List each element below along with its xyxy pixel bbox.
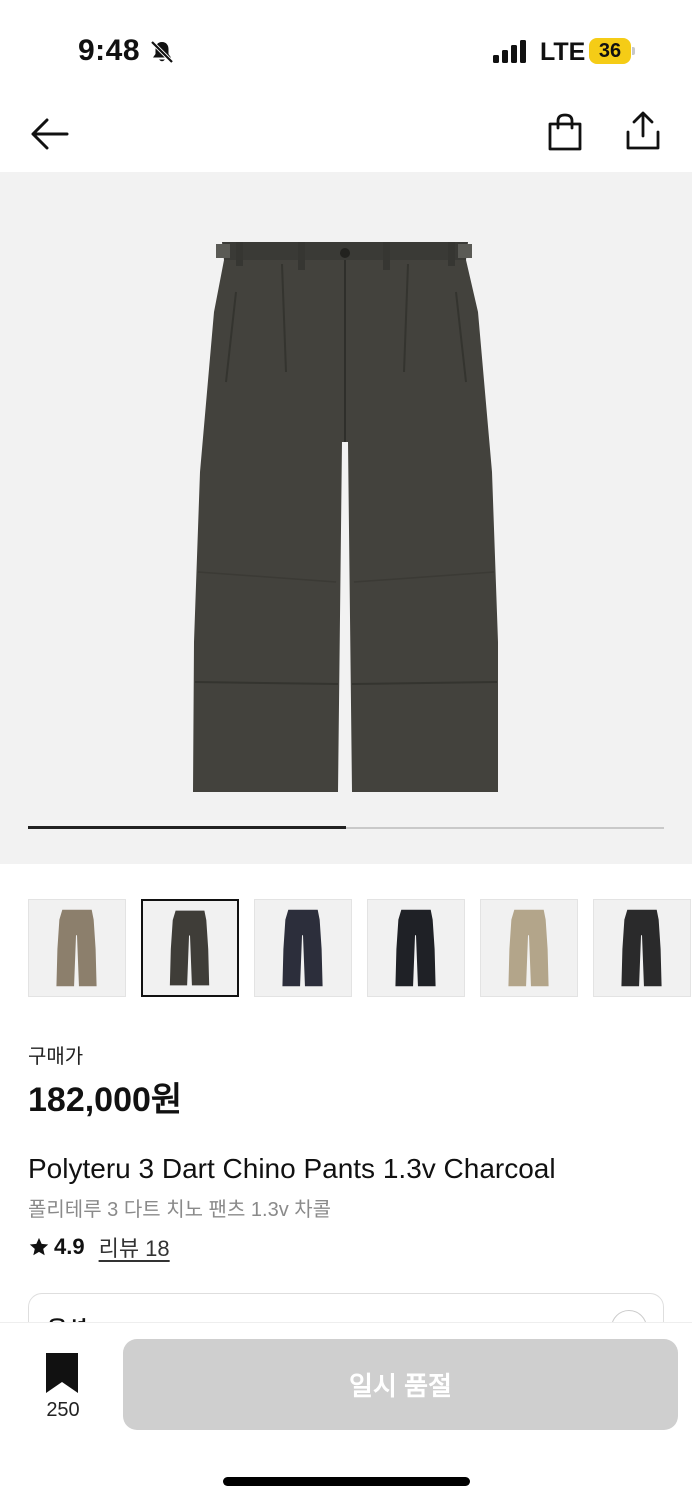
rating-row: 4.9 리뷰 18 <box>28 1233 170 1261</box>
gallery-progress-track <box>28 826 664 829</box>
sold-out-button[interactable]: 일시 품절 <box>123 1339 678 1430</box>
shopping-bag-icon[interactable] <box>546 112 584 152</box>
color-thumbnail[interactable] <box>141 899 239 997</box>
bell-slash-icon <box>150 40 174 64</box>
pants-thumbnail-image <box>395 909 436 987</box>
pants-thumbnail-image <box>282 909 323 987</box>
product-detail-screen: 9:48 LTE 36 구매가 182,000원 Polyteru 3 Dart… <box>0 0 692 1500</box>
bookmark-button[interactable]: 250 <box>30 1353 96 1423</box>
home-indicator <box>223 1477 470 1486</box>
color-thumbnail[interactable] <box>254 899 352 997</box>
product-name-ko: 폴리테루 3 다트 치노 팬츠 1.3v 차콜 <box>28 1199 332 1221</box>
battery-cap <box>632 47 635 55</box>
color-thumbnail[interactable] <box>593 899 691 997</box>
signal-bars-icon <box>493 40 526 63</box>
product-image <box>193 242 498 792</box>
pants-thumbnail-image <box>621 909 662 987</box>
bookmark-icon <box>46 1353 78 1393</box>
bookmark-count: 250 <box>46 1399 80 1421</box>
network-label: LTE <box>540 38 586 66</box>
product-name-en: Polyteru 3 Dart Chino Pants 1.3v Charcoa… <box>28 1153 556 1184</box>
status-bar: 9:48 LTE 36 <box>0 0 692 100</box>
price-label: 구매가 <box>28 1046 84 1068</box>
pants-thumbnail-image <box>169 910 210 986</box>
product-image-gallery[interactable] <box>0 172 692 864</box>
color-thumbnail[interactable] <box>28 899 126 997</box>
price-value: 182,000원 <box>28 1081 183 1119</box>
color-thumbnail-strip <box>28 899 692 997</box>
share-icon[interactable] <box>624 110 662 152</box>
gallery-progress-bar <box>28 826 346 829</box>
battery-level: 36 <box>598 40 622 62</box>
star-icon <box>29 1237 49 1256</box>
status-time: 9:48 <box>78 34 141 67</box>
color-thumbnail[interactable] <box>367 899 465 997</box>
rating-value: 4.9 <box>54 1234 85 1259</box>
bottom-action-bar: 250 일시 품절 <box>0 1322 692 1500</box>
pants-thumbnail-image <box>56 909 97 987</box>
pants-thumbnail-image <box>508 909 549 987</box>
arrow-left-icon[interactable] <box>28 114 70 154</box>
color-thumbnail[interactable] <box>480 899 578 997</box>
battery-indicator: 36 <box>589 38 635 64</box>
top-nav-bar <box>0 100 692 172</box>
review-link[interactable]: 리뷰 18 <box>99 1231 170 1263</box>
